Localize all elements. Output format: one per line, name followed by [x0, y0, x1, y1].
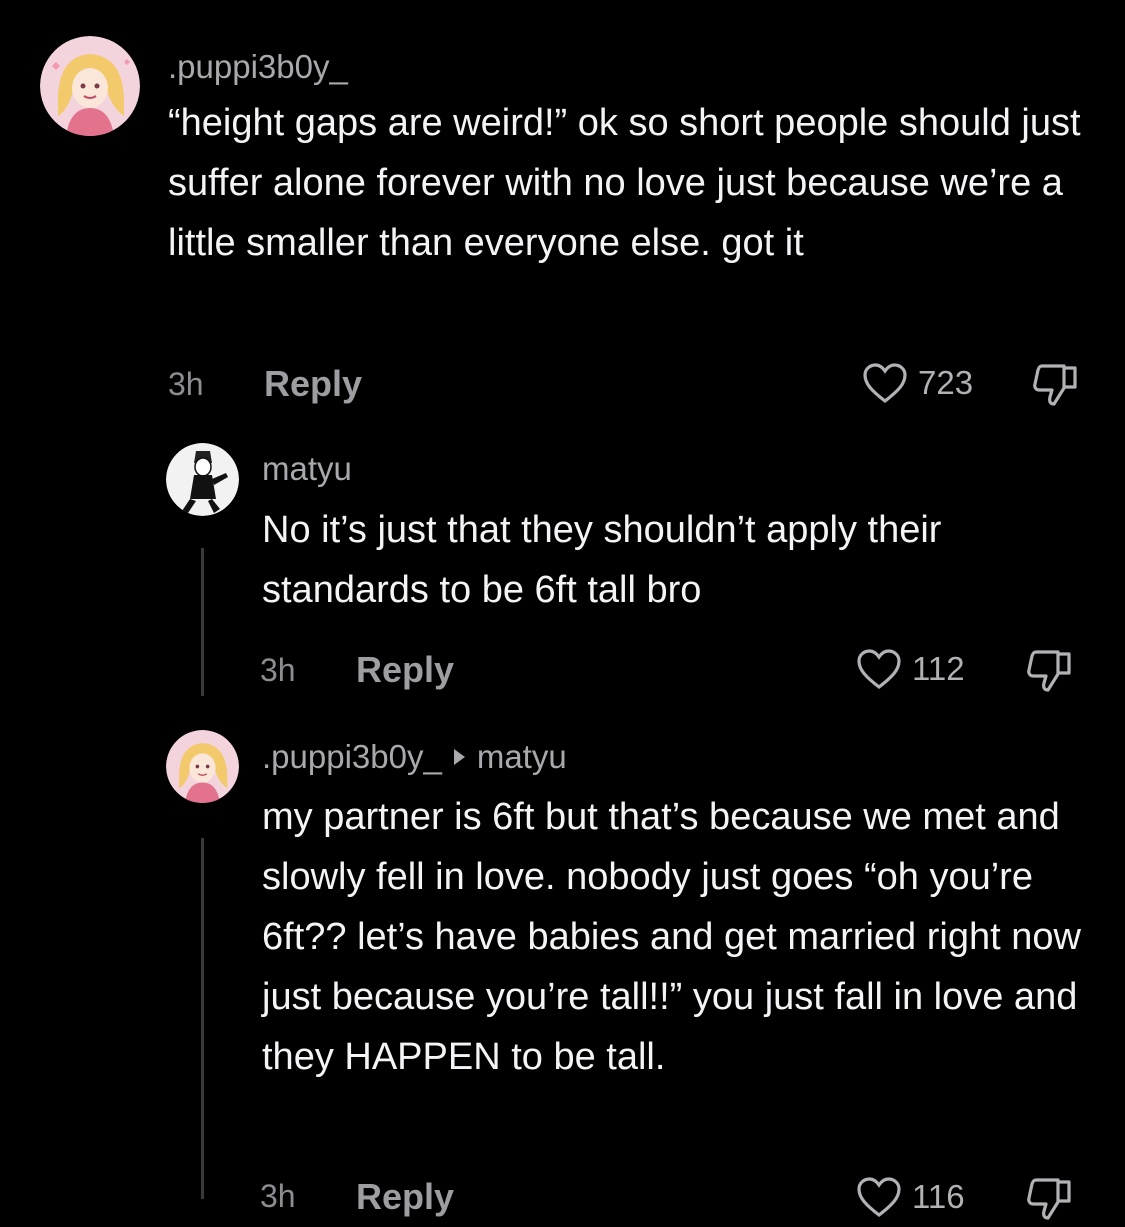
thumbs-down-outline-icon: [1033, 364, 1077, 406]
dislike-button[interactable]: [1026, 1176, 1074, 1227]
reply-button[interactable]: Reply: [264, 363, 362, 405]
like-button[interactable]: 116: [856, 1176, 965, 1218]
username[interactable]: .puppi3b0y_: [168, 48, 348, 86]
play-triangle-icon: [453, 749, 465, 766]
bw-anime-avatar-icon: [166, 443, 239, 516]
thread-line: [201, 548, 204, 696]
timestamp: 3h: [168, 366, 204, 402]
reply-to-username[interactable]: matyu: [477, 738, 567, 775]
reply-comment: matyu No it’s just that they shouldn’t a…: [0, 420, 1125, 710]
avatar[interactable]: [166, 443, 239, 516]
like-count: 116: [912, 1178, 965, 1215]
like-button[interactable]: 112: [856, 648, 965, 690]
heart-outline-icon: [863, 363, 907, 404]
dislike-button[interactable]: [1026, 648, 1074, 699]
pink-anime-avatar-icon: [40, 36, 140, 136]
reply-button[interactable]: Reply: [356, 1176, 454, 1218]
username-line: .puppi3b0y_ matyu: [262, 738, 567, 776]
timestamp: 3h: [260, 1178, 296, 1214]
like-count: 112: [912, 650, 965, 687]
username[interactable]: matyu: [262, 450, 352, 488]
thread-line: [201, 838, 204, 1199]
heart-outline-icon: [857, 1177, 901, 1218]
pink-anime-avatar-icon: [166, 730, 239, 803]
comment-text: my partner is 6ft but that’s because we …: [262, 796, 1081, 1078]
heart-outline-icon: [857, 649, 901, 690]
avatar[interactable]: [166, 730, 239, 803]
thumbs-down-outline-icon: [1027, 650, 1071, 692]
username[interactable]: .puppi3b0y_: [262, 738, 442, 775]
thumbs-down-outline-icon: [1027, 1178, 1071, 1220]
like-button[interactable]: 723: [862, 362, 973, 404]
comment-text: No it’s just that they shouldn’t apply t…: [262, 509, 942, 611]
like-count: 723: [918, 364, 974, 401]
timestamp: 3h: [260, 652, 296, 688]
comment: .puppi3b0y_ “height gaps are weird!” ok …: [0, 0, 1125, 420]
dislike-button[interactable]: [1032, 362, 1080, 413]
reply-button[interactable]: Reply: [356, 649, 454, 691]
avatar[interactable]: [40, 36, 140, 136]
reply-comment: .puppi3b0y_ matyu my partner is 6ft but t…: [0, 710, 1125, 1220]
comment-text: “height gaps are weird!” ok so short peo…: [168, 102, 1081, 264]
